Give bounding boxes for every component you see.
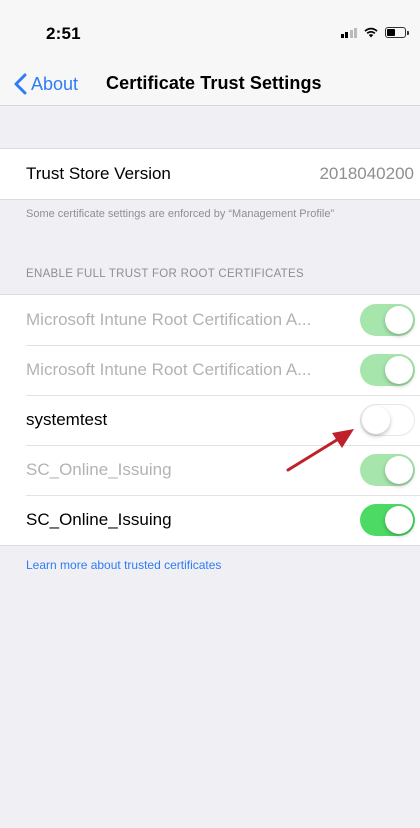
certificate-label: SC_Online_Issuing [26,510,172,529]
toggle-knob [385,356,413,384]
certificate-trust-toggle[interactable] [360,404,415,436]
trust-store-label: Trust Store Version [26,164,171,183]
annotation-arrow-icon [286,429,354,472]
section-header: ENABLE FULL TRUST FOR ROOT CERTIFICATES [26,268,304,280]
certificate-row: SC_Online_Issuing [0,495,420,545]
certificate-row: Microsoft Intune Root Certification A... [0,295,420,345]
certificate-trust-toggle[interactable] [360,454,415,486]
back-button[interactable]: About [14,70,78,98]
trust-store-group: Trust Store Version 2018040200 [0,148,420,200]
learn-more-link[interactable]: Learn more about trusted certificates [26,558,221,572]
certificate-trust-toggle[interactable] [360,354,415,386]
certificate-trust-toggle[interactable] [360,304,415,336]
status-icons [340,27,409,38]
toggle-knob [385,456,413,484]
certificate-trust-toggle[interactable] [360,504,415,536]
cellular-signal-icon [340,27,357,38]
toggle-knob [385,506,413,534]
managed-profile-note: Some certificate settings are enforced b… [26,208,335,220]
trust-store-value: 2018040200 [319,164,414,183]
trust-store-row: Trust Store Version 2018040200 [0,149,420,199]
toggle-knob [385,306,413,334]
certificate-label: SC_Online_Issuing [26,460,172,479]
status-bar: 2:51 [0,0,420,62]
wifi-icon [364,27,378,38]
status-time: 2:51 [46,24,81,43]
certificate-row: Microsoft Intune Root Certification A... [0,345,420,395]
navigation-bar: About Certificate Trust Settings [0,62,420,106]
page-title: Certificate Trust Settings [106,73,322,93]
back-button-label: About [31,73,79,94]
certificate-label: systemtest [26,410,108,429]
certificate-label: Microsoft Intune Root Certification A... [26,360,312,379]
battery-icon [385,27,409,38]
toggle-knob [362,405,390,434]
chevron-left-icon [14,73,27,95]
certificate-label: Microsoft Intune Root Certification A... [26,310,312,329]
